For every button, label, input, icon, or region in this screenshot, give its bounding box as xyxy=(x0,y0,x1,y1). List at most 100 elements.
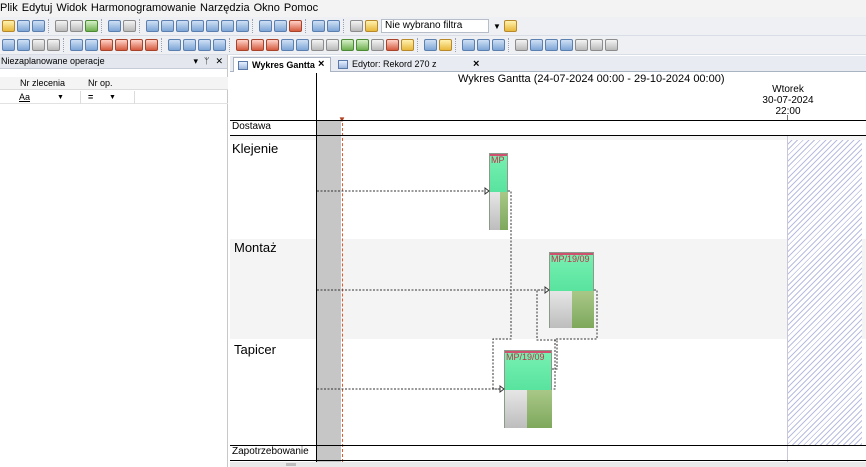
panel-menu-icon[interactable]: ▾ xyxy=(194,55,199,68)
filter-dropdown-icon[interactable]: ▼ xyxy=(493,22,501,31)
close-tab-editor-icon[interactable]: × xyxy=(473,57,479,71)
document-icon[interactable] xyxy=(327,20,340,32)
move-left-icon[interactable] xyxy=(236,39,249,51)
dependency-connectors xyxy=(317,187,598,393)
form-view-icon[interactable] xyxy=(191,20,204,32)
text-filter-operator[interactable]: Aa xyxy=(19,91,30,104)
move-right-icon[interactable] xyxy=(251,39,264,51)
text-filter-dropdown-icon[interactable]: ▼ xyxy=(57,91,64,104)
gantt-chart-icon[interactable] xyxy=(296,39,309,51)
panel-icon[interactable] xyxy=(492,39,505,51)
menu-pomoc[interactable]: Pomoc xyxy=(284,0,322,17)
menu-narzedzia[interactable]: Narzędzia xyxy=(200,0,254,17)
color-icon[interactable] xyxy=(386,39,399,51)
gantt-tab-icon xyxy=(238,61,248,70)
schedule-icon[interactable] xyxy=(274,20,287,32)
view-icon[interactable] xyxy=(530,39,543,51)
chain-icon[interactable] xyxy=(326,39,339,51)
help-icon[interactable] xyxy=(312,20,325,32)
align-icon[interactable] xyxy=(213,39,226,51)
panel-pin-icon[interactable]: ᛘ xyxy=(204,55,209,68)
equals-filter-dropdown-icon[interactable]: ▼ xyxy=(109,91,116,104)
toolbar-separator xyxy=(343,19,347,33)
chart-view-icon[interactable] xyxy=(221,20,234,32)
list-icon[interactable] xyxy=(371,39,384,51)
columns-icon[interactable] xyxy=(462,39,475,51)
refresh-icon[interactable] xyxy=(560,39,573,51)
toolbar-separator xyxy=(455,38,459,52)
menu-widok[interactable]: Widok xyxy=(56,0,91,17)
grid-icon[interactable] xyxy=(17,39,30,51)
filter-select[interactable]: Nie wybrano filtra xyxy=(381,19,489,33)
editor-tab-icon xyxy=(338,60,348,69)
edit-filter-icon[interactable] xyxy=(503,20,517,32)
scissors-icon[interactable] xyxy=(100,39,113,51)
save-icon[interactable] xyxy=(32,20,45,32)
report-icon[interactable] xyxy=(356,39,369,51)
list-view-icon[interactable] xyxy=(176,20,189,32)
undo-icon[interactable] xyxy=(108,20,121,32)
gantt-horizontal-scrollbar[interactable] xyxy=(230,462,866,467)
tab-record-editor[interactable]: Edytor: Rekord 270 z 14575 xyxy=(334,57,460,83)
palette-icon[interactable] xyxy=(401,39,414,51)
equals-filter-operator[interactable]: = xyxy=(88,91,93,104)
tab-gantt-chart[interactable]: Wykres Gantta xyxy=(233,57,331,72)
settings-icon[interactable] xyxy=(605,39,618,51)
barcode-icon[interactable] xyxy=(590,39,603,51)
toolbar-separator xyxy=(229,38,233,52)
text-icon[interactable] xyxy=(575,39,588,51)
menu-bar: Plik Edytuj Widok Harmonogramowanie Narz… xyxy=(0,0,866,17)
calendar-view-icon[interactable] xyxy=(206,20,219,32)
tools-icon[interactable] xyxy=(289,20,302,32)
grid-view-icon[interactable] xyxy=(146,20,159,32)
highlight-icon[interactable] xyxy=(545,39,558,51)
accept-icon[interactable] xyxy=(341,39,354,51)
tab-label: Wykres Gantta xyxy=(252,60,315,70)
split-icon[interactable] xyxy=(130,39,143,51)
gantt-active-icon[interactable] xyxy=(281,39,294,51)
scrollbar-thumb[interactable] xyxy=(286,463,296,466)
delete-icon[interactable] xyxy=(266,39,279,51)
link-icon[interactable] xyxy=(311,39,324,51)
layout-icon[interactable] xyxy=(424,39,437,51)
folder-icon[interactable] xyxy=(439,39,452,51)
checkmark-icon[interactable] xyxy=(85,20,98,32)
menu-okno[interactable]: Okno xyxy=(254,0,284,17)
menu-edytuj[interactable]: Edytuj xyxy=(22,0,57,17)
print-preview-icon[interactable] xyxy=(70,20,83,32)
redo-icon[interactable] xyxy=(123,20,136,32)
window-list-icon[interactable] xyxy=(515,39,528,51)
rows-icon[interactable] xyxy=(477,39,490,51)
toolbar-gantt xyxy=(0,36,866,55)
panel-controls: ▾ ᛘ ✕ xyxy=(194,55,223,68)
merge-icon[interactable] xyxy=(145,39,158,51)
resource-icon[interactable] xyxy=(32,39,45,51)
filter-row: Aa ▼ = ▼ xyxy=(0,91,228,104)
gantt-icon[interactable] xyxy=(259,20,272,32)
menu-plik[interactable]: Plik xyxy=(0,0,22,17)
filter-wizard-icon[interactable] xyxy=(365,20,378,32)
filter-icon[interactable] xyxy=(350,20,363,32)
zoom-out-icon[interactable] xyxy=(85,39,98,51)
close-tab-gantt-icon[interactable]: × xyxy=(318,57,324,71)
sort-icon[interactable] xyxy=(198,39,211,51)
print-icon[interactable] xyxy=(55,20,68,32)
toolbar-separator xyxy=(417,38,421,52)
table-icon[interactable] xyxy=(2,39,15,51)
schedule-backward-icon[interactable] xyxy=(183,39,196,51)
toolbar-separator xyxy=(305,19,309,33)
zoom-in-icon[interactable] xyxy=(70,39,83,51)
panel-title-bar: Niezaplanowane operacje ▾ ᛘ ✕ xyxy=(0,55,227,69)
column-header-order-number[interactable]: Nr zlecenia xyxy=(20,77,65,90)
panel-close-icon[interactable]: ✕ xyxy=(215,55,223,68)
schedule-forward-icon[interactable] xyxy=(168,39,181,51)
document-tabs: Wykres Gantta × Edytor: Rekord 270 z 145… xyxy=(230,56,866,83)
menu-harmonogramowanie[interactable]: Harmonogramowanie xyxy=(91,0,200,17)
column-header-operation-number[interactable]: Nr op. xyxy=(88,77,113,90)
open-icon[interactable] xyxy=(2,20,15,32)
cut-icon[interactable] xyxy=(115,39,128,51)
table-view-icon[interactable] xyxy=(161,20,174,32)
new-record-icon[interactable] xyxy=(17,20,30,32)
window-icon[interactable] xyxy=(236,20,249,32)
resource-search-icon[interactable] xyxy=(47,39,60,51)
